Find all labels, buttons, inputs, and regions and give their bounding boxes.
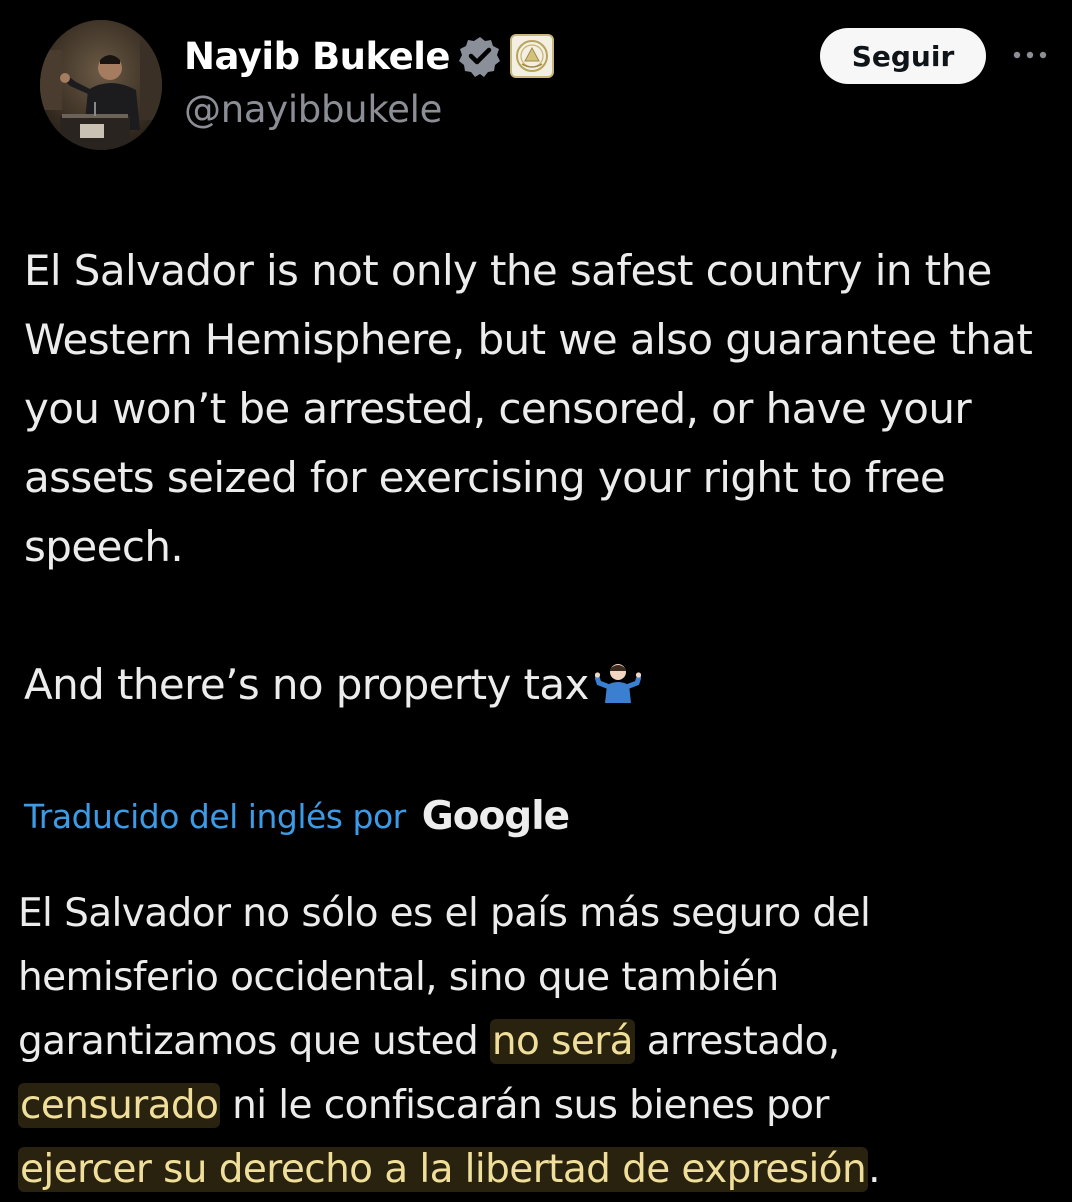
translation-attribution: Traducido del inglés por Google bbox=[24, 788, 570, 844]
avatar[interactable] bbox=[40, 20, 162, 150]
translated-text-segment: arrestado, bbox=[634, 1019, 841, 1064]
more-icon[interactable] bbox=[1010, 40, 1050, 70]
user-handle[interactable]: @nayibbukele bbox=[184, 88, 442, 131]
translated-line: ejercer su derecho a la libertad de expr… bbox=[18, 1138, 1058, 1202]
tweet-paragraph: El Salvador is not only the safest count… bbox=[24, 246, 1033, 571]
display-name-row: Nayib Bukele bbox=[184, 28, 554, 84]
translated-line: hemisferio occidental, sino que también bbox=[18, 955, 779, 1000]
highlighted-phrase: no será bbox=[489, 1019, 635, 1064]
translated-by-link[interactable]: Traducido del inglés por bbox=[24, 797, 406, 836]
highlighted-phrase: censurado bbox=[18, 1083, 221, 1128]
translated-text-segment: . bbox=[868, 1147, 880, 1192]
google-logo: Google bbox=[421, 793, 570, 839]
translated-line: censurado ni le confiscarán sus bienes p… bbox=[18, 1074, 1058, 1138]
translated-line: garantizamos que usted no será arrestado… bbox=[18, 1010, 1058, 1074]
follow-button[interactable]: Seguir bbox=[820, 28, 986, 84]
tweet-paragraph-text: And there’s no property tax bbox=[24, 660, 589, 709]
translated-text-segment: ni le confiscarán sus bienes por bbox=[220, 1083, 829, 1128]
translated-line: El Salvador no sólo es el país más segur… bbox=[18, 891, 871, 936]
person-shrugging-emoji bbox=[594, 656, 642, 703]
tweet-text: El Salvador is not only the safest count… bbox=[24, 236, 1054, 719]
el-salvador-seal-icon[interactable] bbox=[510, 34, 554, 78]
translated-text-segment: garantizamos que usted bbox=[18, 1019, 490, 1064]
tweet-header: Nayib Bukele @nayibbukele Seguir bbox=[0, 0, 1072, 160]
avatar-photo bbox=[40, 20, 162, 150]
tweet-paragraph: And there’s no property tax bbox=[24, 650, 1054, 719]
verified-icon[interactable] bbox=[458, 34, 502, 78]
translated-text: El Salvador no sólo es el país más segur… bbox=[18, 882, 1058, 1202]
display-name[interactable]: Nayib Bukele bbox=[184, 35, 451, 78]
highlighted-phrase: ejercer su derecho a la libertad de expr… bbox=[18, 1147, 869, 1192]
